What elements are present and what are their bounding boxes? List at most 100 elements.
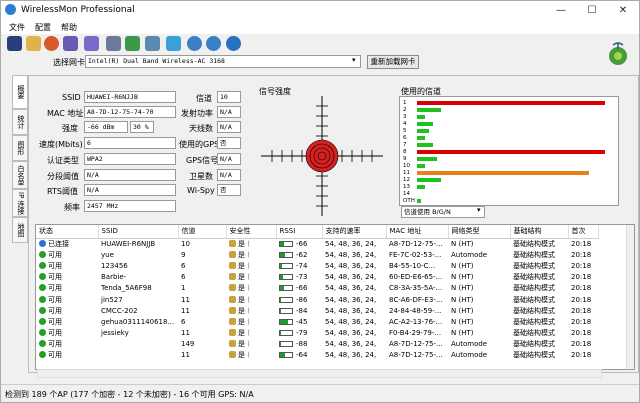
network-type-cell: N (HT) bbox=[451, 295, 474, 304]
table-v-scrollbar[interactable] bbox=[626, 225, 634, 369]
column-header[interactable]: 基础结构 bbox=[510, 225, 569, 239]
column-header[interactable]: 状态 bbox=[36, 225, 99, 239]
menu-config[interactable]: 配置 bbox=[35, 22, 51, 33]
speed-label: 速度(Mbits) bbox=[39, 140, 83, 149]
mac-cell: FE-7C-02-53-... bbox=[389, 250, 442, 259]
mac-cell: AC-A2-13-76-... bbox=[389, 317, 443, 326]
table-row[interactable]: 已连接 HUAWEI-R6NJJB 10 是 (-66 54, 48, 36, 24, A… bbox=[36, 238, 598, 249]
adapter-select[interactable]: Intel(R) Dual Band Wireless-AC 3168 bbox=[85, 55, 361, 68]
table-row[interactable]: 可用 Barbie- 6 是 (-73 54, 48, 36, 24, 60-ED-E6-… bbox=[36, 272, 598, 283]
tab-stats[interactable]: 统计 bbox=[12, 109, 28, 135]
table-row[interactable]: 可用 jin527 11 是 (-86 54, 48, 36, 24, 8C-A6-DF-… bbox=[36, 294, 598, 305]
freq-value: 2457 MHz bbox=[84, 200, 176, 212]
mac-cell: 24-84-48-59-... bbox=[389, 306, 442, 315]
print-icon[interactable] bbox=[106, 36, 121, 51]
status-dot-icon bbox=[39, 340, 46, 348]
table-row[interactable]: 可用 jessieky 11 是 (-79 54, 48, 36, 24, F0-B4-2… bbox=[36, 328, 598, 339]
status-cell: 可用 bbox=[48, 351, 62, 360]
channel-label-10: 10 bbox=[403, 163, 410, 169]
rssi-cell: -45 bbox=[296, 317, 308, 326]
tab-summary[interactable]: 概要 bbox=[12, 75, 28, 109]
menu-help[interactable]: 帮助 bbox=[61, 22, 77, 33]
table-row[interactable]: 可用 123456 6 是 (-74 54, 48, 36, 24, B4-55-10-C… bbox=[36, 260, 598, 271]
help-icon[interactable] bbox=[226, 36, 241, 51]
table-row[interactable]: 可用 yue 9 是 (-62 54, 48, 36, 24, FE-7C-02-53-.… bbox=[36, 249, 598, 260]
export-icon[interactable] bbox=[125, 36, 140, 51]
close-button[interactable]: ✕ bbox=[608, 1, 638, 20]
channel-label-11: 11 bbox=[403, 170, 410, 176]
frag-value: N/A bbox=[84, 169, 176, 181]
rssi-bar bbox=[279, 285, 293, 292]
maximize-button[interactable]: ☐ bbox=[577, 1, 607, 20]
mac-cell: C8-3A-35-5A-... bbox=[389, 284, 443, 293]
mac-value: A8-7D-12-75-74-70 bbox=[84, 106, 176, 118]
rates-cell: 54, 48, 36, 24, bbox=[325, 273, 377, 282]
antenna-label: 天线数 bbox=[189, 124, 213, 133]
column-header[interactable]: 信道 bbox=[178, 225, 227, 239]
table-row[interactable]: 可用 CMCC-202 11 是 (-84 54, 48, 36, 24, 24-84-4… bbox=[36, 305, 598, 316]
column-header[interactable]: 网络类型 bbox=[448, 225, 511, 239]
table-row[interactable]: 可用 11 是 (-64 54, 48, 36, 24, A8-7D-12-75-...… bbox=[36, 350, 598, 361]
copy-icon[interactable] bbox=[145, 36, 160, 51]
table-row[interactable]: 可用 Tenda_5A6F98 1 是 (-66 54, 48, 36, 24, C8-3… bbox=[36, 283, 598, 294]
channel-cell: 149 bbox=[181, 340, 195, 349]
use-gps-value: 否 bbox=[217, 137, 241, 149]
column-header[interactable]: 首次 bbox=[568, 225, 599, 239]
menu-file[interactable]: 文件 bbox=[9, 22, 25, 33]
mac-cell: 60-ED-E6-65-... bbox=[389, 273, 443, 282]
monitor-icon[interactable] bbox=[84, 36, 99, 51]
adapter-row: 选择网卡 Intel(R) Dual Band Wireless-AC 3168… bbox=[1, 54, 639, 70]
security-cell: 是 bbox=[238, 239, 245, 248]
open-folder-icon[interactable] bbox=[26, 36, 41, 51]
strength-dbm: -66 dBm bbox=[84, 121, 128, 133]
network-type-cell: N (HT) bbox=[451, 306, 474, 315]
column-header[interactable]: 安全性 bbox=[226, 225, 277, 239]
security-cell: 是 bbox=[238, 306, 245, 315]
status-dot-icon bbox=[39, 273, 46, 281]
security-cell: 是 bbox=[238, 261, 245, 270]
record-icon[interactable] bbox=[44, 36, 59, 51]
channel-mode-select[interactable]: 信道使用 B/G/N bbox=[401, 206, 485, 218]
antenna-value: N/A bbox=[217, 121, 241, 133]
column-header[interactable]: RSSI bbox=[276, 225, 323, 239]
rates-cell: 54, 48, 36, 24, bbox=[325, 317, 377, 326]
channel-bar-1 bbox=[417, 101, 605, 105]
column-header[interactable]: MAC 地址 bbox=[386, 225, 449, 239]
network-icon[interactable] bbox=[63, 36, 78, 51]
rssi-cell: -73 bbox=[296, 273, 308, 282]
lock-icon bbox=[229, 250, 236, 258]
infrastructure-cell: 基础结构模式 bbox=[513, 250, 555, 259]
tab-ip-connections[interactable]: IP 连接 bbox=[12, 189, 28, 217]
column-header[interactable]: SSID bbox=[98, 225, 179, 239]
lock-icon bbox=[229, 239, 236, 247]
infrastructure-cell: 基础结构模式 bbox=[513, 284, 555, 293]
mac-cell: A8-7D-12-75-... bbox=[389, 351, 443, 360]
column-header[interactable]: 支持的速率 bbox=[322, 225, 387, 239]
chevron-down-icon[interactable]: ▾ bbox=[477, 206, 481, 214]
first-seen-cell: 20:18 bbox=[571, 273, 592, 282]
rates-cell: 54, 48, 36, 24, bbox=[325, 351, 377, 360]
save-icon[interactable] bbox=[7, 36, 22, 51]
table-h-scrollbar[interactable] bbox=[37, 369, 602, 378]
ssid-cell: CMCC-202 bbox=[101, 306, 138, 315]
table-row[interactable]: 可用 149 是 (-88 54, 48, 36, 24, A8-7D-12-75-..… bbox=[36, 339, 598, 350]
forward-icon[interactable] bbox=[206, 36, 221, 51]
tab-whitelist[interactable]: 白名单 bbox=[12, 161, 28, 189]
chevron-down-icon[interactable]: ▾ bbox=[352, 56, 356, 64]
txpower-label: 发射功率 bbox=[181, 109, 213, 118]
strength-label: 强度 bbox=[62, 124, 78, 133]
reload-adapter-button[interactable]: 重新加载网卡 bbox=[367, 55, 419, 69]
table-row[interactable]: 可用 gehua0311140618... 6 是 (-45 54, 48, 36, 2… bbox=[36, 316, 598, 327]
minimize-button[interactable]: — bbox=[546, 1, 576, 20]
channel-cell: 6 bbox=[181, 273, 186, 282]
channel-cell: 11 bbox=[181, 351, 190, 360]
tab-map[interactable]: 地图 bbox=[12, 217, 28, 243]
channel-cell: 11 bbox=[181, 306, 190, 315]
back-icon[interactable] bbox=[187, 36, 202, 51]
info-icon[interactable] bbox=[166, 36, 181, 51]
channel-label-OTH: OTH bbox=[403, 198, 415, 204]
channel-label-4: 4 bbox=[403, 121, 407, 127]
channel-cell: 11 bbox=[181, 295, 190, 304]
ssid-cell: HUAWEI-R6NJJB bbox=[101, 239, 156, 248]
tab-graph[interactable]: 图形 bbox=[12, 135, 28, 161]
